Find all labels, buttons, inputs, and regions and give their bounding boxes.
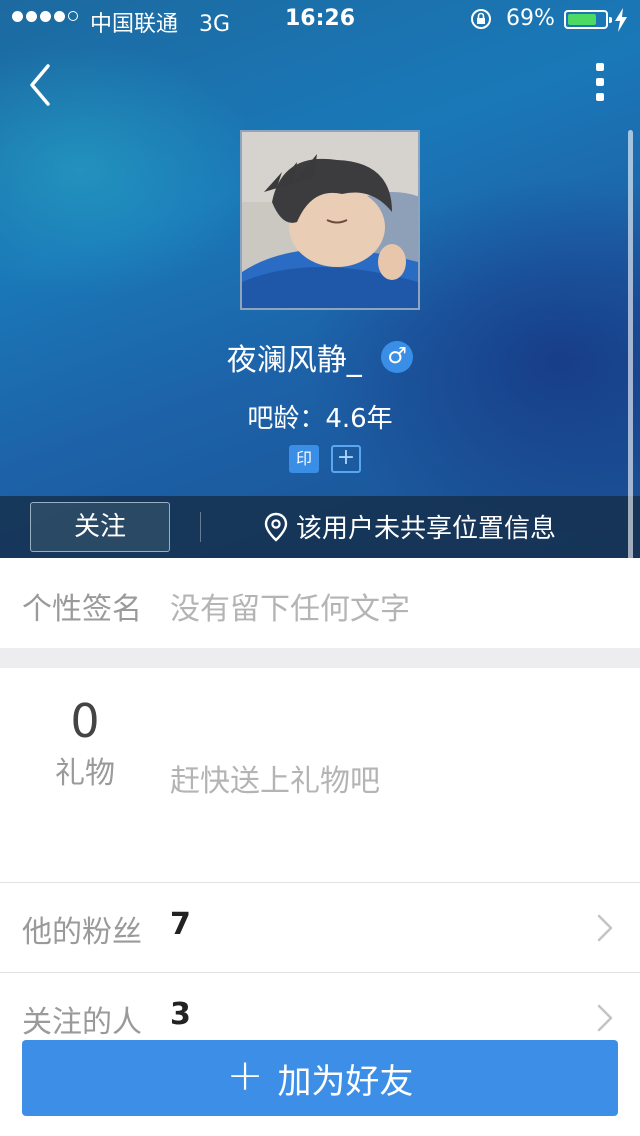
avatar-image <box>242 132 418 308</box>
male-gender-icon: ♂ <box>381 341 414 373</box>
add-friend-button[interactable]: + 加为好友 <box>22 1040 618 1116</box>
chevron-right-icon <box>597 914 613 942</box>
following-label: 关注的人 <box>22 1005 142 1040</box>
action-bar: 关注 该用户未共享位置信息 <box>0 496 640 558</box>
profile-header: 中国联通 3G 16:26 69% 夜澜风静_ ♂ 吧龄：4.6年 印 + 关注… <box>0 0 640 558</box>
divider <box>200 512 201 542</box>
avatar[interactable] <box>240 130 420 310</box>
signature-label: 个性签名 <box>22 592 142 627</box>
seal-badge-icon[interactable]: 印 <box>289 445 319 473</box>
gift-label: 礼物 <box>55 756 115 791</box>
fans-label: 他的粉丝 <box>22 915 142 950</box>
badge-row: 印 + <box>289 445 361 473</box>
battery-percent: 69% <box>506 6 555 31</box>
fans-row[interactable]: 他的粉丝 7 <box>0 882 640 973</box>
location-text: 该用户未共享位置信息 <box>296 514 557 544</box>
gifts-section[interactable]: 0 礼物 赶快送上礼物吧 <box>0 668 640 882</box>
follow-button[interactable]: 关注 <box>30 502 170 552</box>
fans-count: 7 <box>170 907 191 942</box>
status-bar: 中国联通 3G 16:26 69% <box>0 0 640 40</box>
section-gap <box>0 648 640 668</box>
signature-row: 个性签名 没有留下任何文字 <box>0 558 640 648</box>
chevron-right-icon <box>597 1004 613 1032</box>
signature-value: 没有留下任何文字 <box>170 592 410 627</box>
username-row: 夜澜风静_ ♂ <box>0 335 640 379</box>
following-count: 3 <box>170 997 191 1032</box>
back-button[interactable] <box>24 60 60 110</box>
plus-icon: + <box>226 1050 264 1101</box>
rotation-lock-icon <box>471 9 491 29</box>
location-pin-icon <box>264 512 288 542</box>
scrollbar[interactable] <box>628 130 633 588</box>
charging-bolt-icon <box>615 8 627 32</box>
add-badge-button[interactable]: + <box>331 445 361 473</box>
battery-icon <box>564 10 612 29</box>
account-age: 吧龄：4.6年 <box>247 404 393 434</box>
more-options-button[interactable] <box>590 60 610 108</box>
gift-prompt: 赶快送上礼物吧 <box>170 764 380 799</box>
add-friend-label: 加为好友 <box>277 1061 414 1102</box>
gift-count: 0 <box>70 694 100 748</box>
location-info: 该用户未共享位置信息 <box>264 508 556 545</box>
username: 夜澜风静_ <box>226 343 362 378</box>
